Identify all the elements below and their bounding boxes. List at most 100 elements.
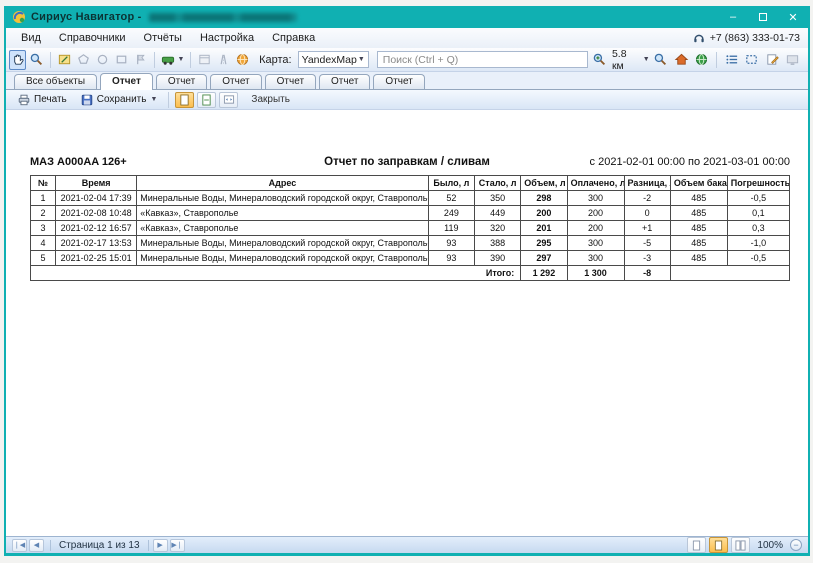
cell-paid: 200	[567, 221, 624, 236]
cell-num: 5	[31, 251, 56, 266]
pan-hand-icon	[10, 52, 25, 67]
magnifier-icon	[29, 52, 44, 67]
selection-rect-icon	[744, 52, 759, 67]
tab-report-active[interactable]: Отчет	[100, 73, 153, 90]
table-row: 3 2021-02-12 16:57 «Кавказ», Ставрополье…	[31, 221, 790, 236]
view-fit-page-button[interactable]	[197, 92, 216, 108]
zoom-out-slider-button[interactable]: −	[790, 539, 802, 551]
rect-tool-button[interactable]	[113, 50, 130, 70]
table-row: 2 2021-02-08 10:48 «Кавказ», Ставрополье…	[31, 206, 790, 221]
close-button[interactable]: ✕	[778, 6, 808, 28]
totals-label: Итого:	[31, 266, 521, 281]
menu-directories[interactable]: Справочники	[50, 30, 135, 46]
globe-layers-button[interactable]	[234, 50, 251, 70]
support-phone: +7 (863) 333-01-73	[692, 31, 800, 45]
maximize-button[interactable]	[748, 6, 778, 28]
tab-report-3[interactable]: Отчет	[210, 74, 261, 89]
route-button[interactable]	[215, 50, 232, 70]
page-indicator: Страница 1 из 13	[59, 540, 140, 551]
globe-orange-icon	[235, 52, 250, 67]
totals-diff: -8	[624, 266, 670, 281]
globe-button[interactable]	[693, 50, 711, 70]
globe-icon	[694, 52, 709, 67]
panel-button[interactable]	[196, 50, 213, 70]
status-view-fit-button[interactable]	[709, 537, 728, 553]
first-page-button[interactable]: ❘◀	[12, 539, 27, 552]
flag-tool-button[interactable]	[132, 50, 149, 70]
page-fit-icon	[201, 94, 212, 106]
menu-settings[interactable]: Настройка	[191, 30, 263, 46]
map-scale-value[interactable]: 5.8 км	[612, 48, 639, 72]
road-icon	[216, 52, 231, 67]
cell-before: 249	[428, 206, 474, 221]
cell-paid: 300	[567, 191, 624, 206]
screen-view-button[interactable]	[784, 50, 802, 70]
vehicle-menu-button[interactable]: ▼	[159, 50, 185, 70]
monitor-icon	[785, 52, 800, 67]
home-button[interactable]	[672, 50, 690, 70]
home-icon	[674, 52, 689, 67]
window-title: Сириус Навигатор -	[31, 11, 142, 23]
prev-page-button[interactable]: ◀	[29, 539, 44, 552]
polygon-tool-button[interactable]	[75, 50, 92, 70]
flag-icon	[133, 52, 148, 67]
tab-report-4[interactable]: Отчет	[265, 74, 316, 89]
menu-reports[interactable]: Отчёты	[135, 30, 191, 46]
minimize-button[interactable]: –	[718, 6, 748, 28]
cell-num: 4	[31, 236, 56, 251]
circle-icon	[95, 52, 110, 67]
chevron-down-icon: ▼	[177, 56, 184, 63]
status-view-multi-button[interactable]	[731, 537, 750, 553]
zoom-level: 100%	[757, 540, 783, 551]
cell-volume: 298	[521, 191, 567, 206]
polygon-icon	[76, 52, 91, 67]
menu-view[interactable]: Вид	[12, 30, 50, 46]
cell-before: 119	[428, 221, 474, 236]
save-button[interactable]: Сохранить ▼	[75, 92, 163, 108]
zoom-in-button[interactable]	[590, 50, 608, 70]
next-page-button[interactable]: ▶	[153, 539, 168, 552]
totals-paid: 1 300	[567, 266, 624, 281]
page-fit-icon	[714, 540, 723, 551]
cell-diff: -5	[624, 236, 670, 251]
print-button[interactable]: Печать	[12, 92, 72, 108]
select-area-button[interactable]	[743, 50, 761, 70]
cell-error: -1,0	[727, 236, 789, 251]
map-edit-icon	[57, 52, 72, 67]
edit-note-button[interactable]	[763, 50, 781, 70]
view-single-page-button[interactable]	[175, 92, 194, 108]
totals-row: Итого: 1 292 1 300 -8	[31, 266, 790, 281]
toolbar-separator	[190, 52, 191, 68]
circle-tool-button[interactable]	[94, 50, 111, 70]
search-input[interactable]	[377, 51, 589, 68]
cell-paid: 300	[567, 251, 624, 266]
col-paid: Оплачено, л	[567, 176, 624, 191]
cell-after: 350	[475, 191, 521, 206]
app-icon	[12, 10, 26, 24]
close-report-button[interactable]: Закрыть	[251, 94, 290, 105]
menu-help[interactable]: Справка	[263, 30, 324, 46]
cell-before: 52	[428, 191, 474, 206]
cell-time: 2021-02-08 10:48	[56, 206, 137, 221]
status-view-single-button[interactable]	[687, 537, 706, 553]
phone-number: +7 (863) 333-01-73	[710, 32, 800, 44]
zoom-out-button[interactable]	[652, 50, 670, 70]
pan-tool-button[interactable]	[9, 50, 26, 70]
chevron-down-icon: ▼	[150, 96, 157, 103]
chevron-down-icon[interactable]: ▼	[643, 56, 650, 63]
toolbar-separator	[716, 52, 717, 68]
tab-report-2[interactable]: Отчет	[156, 74, 207, 89]
toolbar-separator	[154, 52, 155, 68]
zoom-tool-button[interactable]	[28, 50, 45, 70]
map-provider-select[interactable]: YandexMap ▼	[298, 51, 369, 68]
map-edit-button[interactable]	[56, 50, 73, 70]
tab-report-6[interactable]: Отчет	[373, 74, 424, 89]
tab-report-5[interactable]: Отчет	[319, 74, 370, 89]
cell-after: 388	[475, 236, 521, 251]
view-fit-width-button[interactable]	[219, 92, 238, 108]
tab-all-objects[interactable]: Все объекты	[14, 74, 97, 89]
cell-tank: 485	[670, 236, 727, 251]
objects-list-button[interactable]	[722, 50, 740, 70]
col-diff: Разница, л	[624, 176, 670, 191]
last-page-button[interactable]: ▶❘	[170, 539, 185, 552]
